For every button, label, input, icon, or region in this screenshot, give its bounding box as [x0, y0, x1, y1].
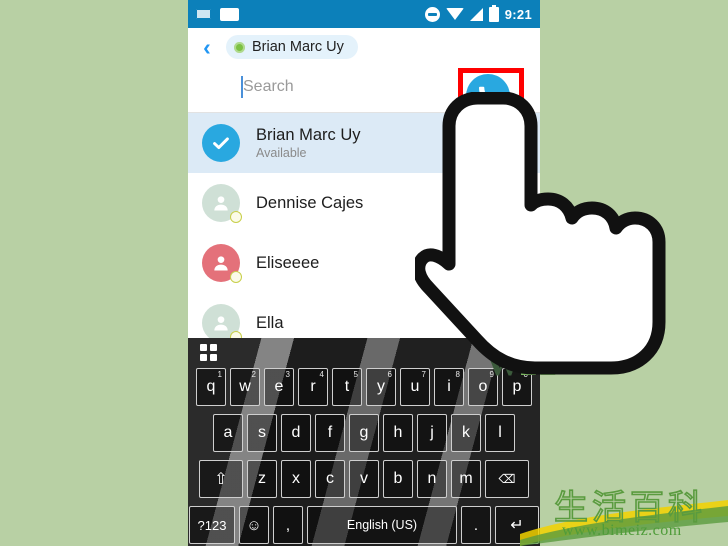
wikihow-watermark: wH [487, 337, 556, 383]
screenshot-root: 9:21 ‹ Brian Marc Uy Search Brian Marc U… [0, 0, 728, 546]
list-item-meta: Brian Marc Uy Available [256, 126, 361, 161]
emoji-key[interactable]: ☺ [239, 506, 269, 544]
key-e[interactable]: 3e [264, 368, 294, 406]
key-w[interactable]: 2w [230, 368, 260, 406]
space-key[interactable]: English (US) [307, 506, 457, 544]
person-icon [214, 316, 228, 331]
key-l[interactable]: l [485, 414, 515, 452]
key-u[interactable]: 7u [400, 368, 430, 406]
contact-name: Dennise Cajes [256, 193, 364, 212]
contact-name: Brian Marc Uy [256, 125, 361, 144]
bimeiz-watermark: 生活百科 www.bimeiz.com [548, 478, 728, 546]
key-i[interactable]: 8i [434, 368, 464, 406]
header-bar: ‹ Brian Marc Uy [188, 28, 540, 66]
shift-key[interactable]: ⇧ [199, 460, 243, 498]
backspace-key[interactable]: ⌫ [485, 460, 529, 498]
key-q[interactable]: 1q [196, 368, 226, 406]
key-s[interactable]: s [247, 414, 277, 452]
status-bar-right-icons: 9:21 [424, 4, 532, 22]
list-item[interactable]: Dennise Cajes [188, 173, 540, 233]
key-label: r [310, 378, 316, 395]
key-g[interactable]: g [349, 414, 379, 452]
key-label: e [274, 378, 284, 395]
key-c[interactable]: c [315, 460, 345, 498]
key-label: t [344, 378, 350, 395]
key-num: 6 [387, 370, 392, 379]
person-icon [214, 256, 228, 271]
key-f[interactable]: f [315, 414, 345, 452]
contact-name: Eliseeee [256, 253, 320, 272]
key-t[interactable]: 5t [332, 368, 362, 406]
key-n[interactable]: n [417, 460, 447, 498]
key-num: 5 [353, 370, 358, 379]
contact-name: Ella [256, 313, 284, 332]
keyboard-icon [196, 9, 211, 19]
wikihow-w: w [487, 334, 521, 385]
wikihow-h: H [520, 334, 557, 385]
key-label: q [206, 378, 216, 395]
key-y[interactable]: 6y [366, 368, 396, 406]
presence-dot [230, 271, 242, 283]
keyboard-row-3: ⇧ z x c v b n m ⌫ [188, 460, 540, 498]
list-item-meta: Dennise Cajes [256, 194, 363, 213]
key-b[interactable]: b [383, 460, 413, 498]
key-label: w [239, 378, 251, 395]
avatar [202, 184, 242, 223]
list-item-meta: Ella [256, 314, 284, 333]
key-j[interactable]: j [417, 414, 447, 452]
list-item-meta: Eliseeee [256, 254, 319, 273]
search-input[interactable]: Search [243, 78, 294, 96]
back-button[interactable]: ‹ [188, 28, 226, 66]
avatar [202, 244, 242, 283]
key-num: 4 [319, 370, 324, 379]
keyboard-row-2: a s d f g h j k l [188, 414, 540, 452]
key-num: 1 [217, 370, 222, 379]
check-icon [213, 137, 229, 150]
key-num: 3 [285, 370, 290, 379]
key-d[interactable]: d [281, 414, 311, 452]
recipient-chip[interactable]: Brian Marc Uy [226, 35, 358, 59]
highlight-box [458, 68, 524, 124]
status-bar-left-icons [196, 7, 239, 21]
key-label: i [447, 378, 451, 395]
key-num: 2 [251, 370, 256, 379]
avatar [202, 304, 242, 338]
key-label: u [410, 378, 420, 395]
avatar [202, 124, 240, 162]
grid-icon[interactable] [200, 343, 217, 361]
key-z[interactable]: z [247, 460, 277, 498]
period-key[interactable]: . [461, 506, 491, 544]
key-v[interactable]: v [349, 460, 379, 498]
key-k[interactable]: k [451, 414, 481, 452]
recipient-name: Brian Marc Uy [252, 39, 344, 55]
presence-dot [230, 211, 242, 223]
key-num: 8 [455, 370, 460, 379]
wifi-icon [445, 8, 464, 20]
person-icon [214, 196, 228, 211]
online-status-dot [234, 41, 245, 53]
signal-icon [469, 7, 483, 21]
key-m[interactable]: m [451, 460, 481, 498]
status-bar: 9:21 [188, 0, 540, 28]
key-h[interactable]: h [383, 414, 413, 452]
symbols-key[interactable]: ?123 [189, 506, 235, 544]
contact-status: Available [256, 146, 307, 161]
key-num: 7 [421, 370, 426, 379]
message-card-icon [220, 7, 239, 21]
list-item[interactable]: Eliseeee [188, 233, 540, 293]
key-label: y [377, 378, 385, 395]
contact-list[interactable]: Brian Marc Uy Available Dennise Cajes El… [188, 113, 540, 338]
status-bar-clock: 9:21 [504, 6, 532, 22]
bimeiz-url: www.bimeiz.com [562, 522, 682, 539]
key-a[interactable]: a [213, 414, 243, 452]
keyboard-row-4: ?123 ☺ , English (US) . ↵ [188, 506, 540, 544]
battery-icon [488, 4, 499, 22]
key-x[interactable]: x [281, 460, 311, 498]
comma-key[interactable]: , [273, 506, 303, 544]
key-r[interactable]: 4r [298, 368, 328, 406]
presence-dot [230, 331, 242, 338]
do-not-disturb-icon [424, 6, 440, 22]
list-item[interactable]: Ella [188, 293, 540, 338]
